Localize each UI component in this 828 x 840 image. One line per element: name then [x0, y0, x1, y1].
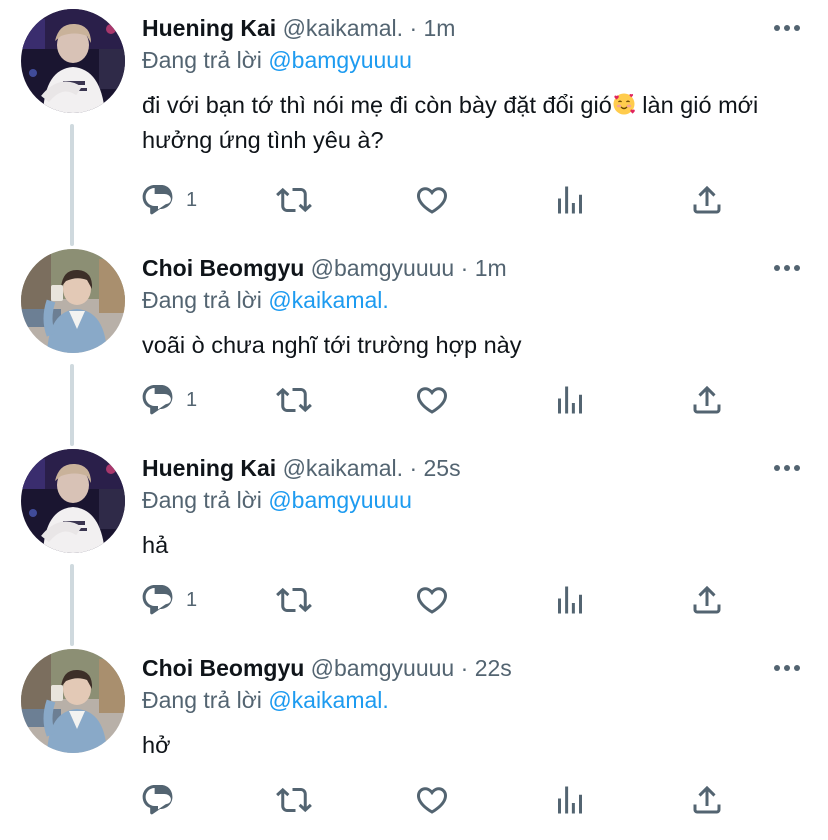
reply-icon — [140, 382, 176, 418]
like-button[interactable] — [414, 580, 450, 620]
reply-thread: Huening Kai @kaikamal. · 1m Đang trả lời… — [0, 0, 828, 824]
share-icon — [689, 182, 725, 218]
tweet[interactable]: Huening Kai @kaikamal. · 25s Đang trả lờ… — [0, 440, 828, 640]
user-handle[interactable]: @kaikamal. — [283, 455, 404, 481]
tweet[interactable]: Huening Kai @kaikamal. · 1m Đang trả lời… — [0, 0, 828, 200]
share-button[interactable] — [689, 580, 725, 620]
user-handle[interactable]: @bamgyuuuu — [311, 655, 455, 681]
replying-to-label: Đang trả lời — [142, 487, 262, 513]
replying-to-line: Đang trả lời @kaikamal. — [142, 284, 389, 316]
smiling-face-with-hearts-icon — [612, 92, 636, 116]
retweet-button[interactable] — [276, 580, 312, 620]
reply-icon — [140, 182, 176, 218]
replying-to-line: Đang trả lời @kaikamal. — [142, 684, 389, 716]
display-name[interactable]: Choi Beomgyu — [142, 655, 304, 681]
tweet-header: Huening Kai @kaikamal. · 1m — [142, 12, 455, 44]
more-options-icon[interactable] — [772, 656, 802, 680]
replying-to-label: Đang trả lời — [142, 287, 262, 313]
mention-link[interactable]: @bamgyuuuu — [268, 487, 412, 513]
tweet-header: Choi Beomgyu @bamgyuuuu · 22s — [142, 652, 512, 684]
tweet-text: hở — [142, 732, 171, 758]
avatar[interactable] — [21, 449, 125, 553]
mention-link[interactable]: @kaikamal. — [268, 287, 389, 313]
display-name[interactable]: Choi Beomgyu — [142, 255, 304, 281]
share-icon — [689, 382, 725, 418]
replying-to-line: Đang trả lời @bamgyuuuu — [142, 44, 412, 76]
tweet-actions: 1 — [140, 180, 740, 220]
analytics-icon — [552, 182, 588, 218]
mention-link[interactable]: @kaikamal. — [268, 687, 389, 713]
analytics-icon — [552, 782, 588, 818]
tweet-header: Huening Kai @kaikamal. · 25s — [142, 452, 461, 484]
retweet-button[interactable] — [276, 180, 312, 220]
separator-dot: · — [409, 15, 418, 41]
reply-button[interactable]: 1 — [140, 180, 197, 220]
like-icon — [414, 582, 450, 618]
tweet-text: hả — [142, 532, 169, 558]
separator-dot: · — [460, 655, 469, 681]
avatar[interactable] — [21, 649, 125, 753]
analytics-button[interactable] — [552, 180, 588, 220]
tweet-text-part: đi với bạn tớ thì nói mẹ đi còn bày đặt … — [142, 92, 612, 118]
reply-button[interactable]: 1 — [140, 580, 197, 620]
replying-to-label: Đang trả lời — [142, 687, 262, 713]
timestamp[interactable]: 25s — [424, 455, 461, 481]
like-button[interactable] — [414, 780, 450, 820]
tweet-actions: 1 — [140, 580, 740, 620]
like-icon — [414, 382, 450, 418]
share-icon — [689, 582, 725, 618]
more-options-icon[interactable] — [772, 456, 802, 480]
tweet-actions: 1 — [140, 380, 740, 420]
user-handle[interactable]: @bamgyuuuu — [311, 255, 455, 281]
share-icon — [689, 782, 725, 818]
retweet-icon — [276, 182, 312, 218]
reply-count: 1 — [186, 188, 198, 211]
like-icon — [414, 782, 450, 818]
tweet[interactable]: Choi Beomgyu @bamgyuuuu · 1m Đang trả lờ… — [0, 240, 828, 440]
reply-icon — [140, 582, 176, 618]
avatar[interactable] — [21, 9, 125, 113]
display-name[interactable]: Huening Kai — [142, 15, 276, 41]
mention-link[interactable]: @bamgyuuuu — [268, 47, 412, 73]
display-name[interactable]: Huening Kai — [142, 455, 276, 481]
retweet-icon — [276, 382, 312, 418]
tweet-text: voãi ò chưa nghĩ tới trường hợp này — [142, 332, 522, 358]
analytics-button[interactable] — [552, 580, 588, 620]
tweet-actions — [140, 780, 740, 820]
reply-button[interactable]: 1 — [140, 380, 197, 420]
avatar[interactable] — [21, 249, 125, 353]
retweet-button[interactable] — [276, 780, 312, 820]
timestamp[interactable]: 22s — [475, 655, 512, 681]
user-handle[interactable]: @kaikamal. — [283, 15, 404, 41]
retweet-icon — [276, 782, 312, 818]
share-button[interactable] — [689, 380, 725, 420]
tweet-text: đi với bạn tớ thì nói mẹ đi còn bày đặt … — [142, 88, 802, 158]
timestamp[interactable]: 1m — [475, 255, 507, 281]
retweet-icon — [276, 582, 312, 618]
like-button[interactable] — [414, 180, 450, 220]
more-options-icon[interactable] — [772, 16, 802, 40]
tweet-header: Choi Beomgyu @bamgyuuuu · 1m — [142, 252, 507, 284]
analytics-button[interactable] — [552, 380, 588, 420]
analytics-icon — [552, 582, 588, 618]
reply-count: 1 — [186, 588, 198, 611]
tweet[interactable]: Choi Beomgyu @bamgyuuuu · 22s Đang trả l… — [0, 640, 828, 840]
share-button[interactable] — [689, 180, 725, 220]
replying-to-line: Đang trả lời @bamgyuuuu — [142, 484, 412, 516]
share-button[interactable] — [689, 780, 725, 820]
analytics-icon — [552, 382, 588, 418]
more-options-icon[interactable] — [772, 256, 802, 280]
separator-dot: · — [460, 255, 469, 281]
timestamp[interactable]: 1m — [424, 15, 456, 41]
retweet-button[interactable] — [276, 380, 312, 420]
reply-icon — [140, 782, 176, 818]
replying-to-label: Đang trả lời — [142, 47, 262, 73]
analytics-button[interactable] — [552, 780, 588, 820]
like-icon — [414, 182, 450, 218]
reply-button[interactable] — [140, 780, 186, 820]
reply-count: 1 — [186, 388, 198, 411]
like-button[interactable] — [414, 380, 450, 420]
separator-dot: · — [409, 455, 418, 481]
